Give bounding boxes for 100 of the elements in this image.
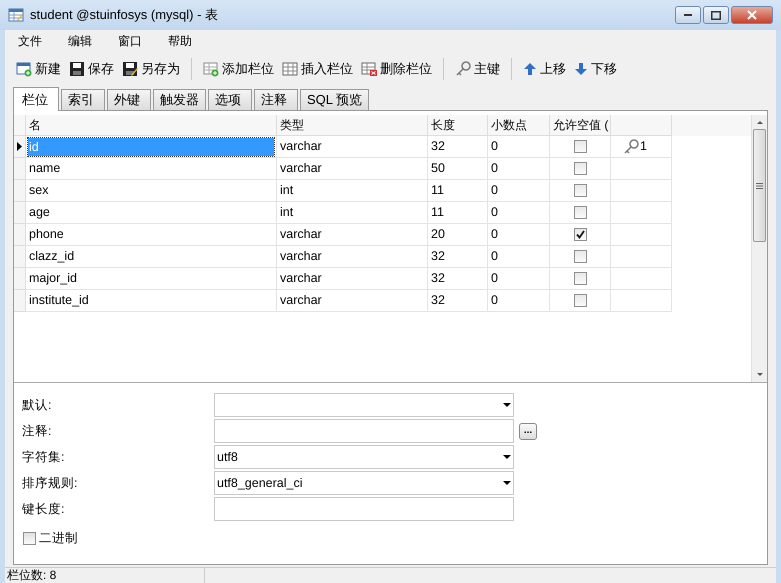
dropdown-field[interactable]: utf8 bbox=[214, 445, 514, 469]
table-cell[interactable]: phone bbox=[26, 224, 277, 246]
column-header[interactable]: 名 bbox=[26, 115, 277, 136]
table-cell[interactable]: 0 bbox=[488, 290, 550, 312]
close-button[interactable] bbox=[731, 6, 773, 24]
table-cell[interactable]: 0 bbox=[488, 136, 550, 158]
maximize-button[interactable] bbox=[703, 6, 729, 24]
checkbox[interactable] bbox=[574, 228, 586, 241]
table-cell[interactable]: varchar bbox=[277, 224, 428, 246]
tab[interactable]: 外键 bbox=[107, 89, 151, 110]
table-cell[interactable]: varchar bbox=[277, 158, 428, 180]
checkbox[interactable] bbox=[574, 272, 586, 285]
toolbar-button[interactable]: 主键 bbox=[452, 57, 503, 81]
column-header[interactable]: 长度 bbox=[428, 115, 488, 136]
table-cell[interactable] bbox=[611, 268, 672, 290]
table-cell[interactable] bbox=[550, 136, 611, 158]
floppy-disk-pencil-icon bbox=[122, 61, 138, 77]
grip-icon bbox=[756, 182, 763, 188]
table-cell[interactable] bbox=[611, 202, 672, 224]
tab[interactable]: 栏位 bbox=[13, 87, 59, 111]
tab[interactable]: 索引 bbox=[61, 89, 105, 110]
table-cell[interactable]: 0 bbox=[488, 158, 550, 180]
toolbar-button[interactable]: 下移 bbox=[571, 57, 620, 81]
table-cell[interactable]: int bbox=[277, 202, 428, 224]
toolbar-button[interactable]: 新建 bbox=[13, 57, 64, 81]
table-cell[interactable]: 0 bbox=[488, 246, 550, 268]
table-cell[interactable]: major_id bbox=[26, 268, 277, 290]
table-cell[interactable] bbox=[550, 158, 611, 180]
table-cell[interactable]: 50 bbox=[428, 158, 488, 180]
table-cell[interactable] bbox=[611, 246, 672, 268]
table-cell[interactable]: 0 bbox=[488, 202, 550, 224]
table-cell[interactable]: age bbox=[26, 202, 277, 224]
toolbar-button[interactable]: 删除栏位 bbox=[358, 57, 435, 81]
menu-item[interactable]: 文件 bbox=[17, 32, 43, 50]
table-cell[interactable]: varchar bbox=[277, 246, 428, 268]
table-plus-icon bbox=[203, 61, 219, 77]
tab[interactable]: 注释 bbox=[254, 89, 298, 110]
table-cell[interactable]: 0 bbox=[488, 268, 550, 290]
table-cell[interactable]: 11 bbox=[428, 202, 488, 224]
tab[interactable]: SQL 预览 bbox=[300, 89, 370, 110]
table-cell[interactable] bbox=[611, 224, 672, 246]
checkbox[interactable] bbox=[574, 250, 586, 263]
checkbox[interactable] bbox=[574, 206, 586, 219]
table-cell[interactable] bbox=[550, 268, 611, 290]
toolbar-button[interactable]: 另存为 bbox=[119, 57, 183, 81]
column-header[interactable]: 小数点 bbox=[488, 115, 550, 136]
key-icon bbox=[623, 138, 639, 154]
table-cell[interactable]: clazz_id bbox=[26, 246, 277, 268]
table-cell[interactable]: 20 bbox=[428, 224, 488, 246]
toolbar-button[interactable]: 上移 bbox=[520, 57, 569, 81]
toolbar-button[interactable]: 添加栏位 bbox=[200, 57, 277, 81]
checkbox[interactable] bbox=[574, 294, 586, 307]
table-cell[interactable]: varchar bbox=[277, 290, 428, 312]
table-cell[interactable] bbox=[611, 180, 672, 202]
table-cell[interactable]: 32 bbox=[428, 246, 488, 268]
table-cell[interactable]: int bbox=[277, 180, 428, 202]
dropdown-field[interactable]: utf8_general_ci bbox=[214, 471, 514, 495]
table-grid-icon bbox=[282, 61, 298, 77]
table-cell[interactable]: 1 bbox=[611, 136, 672, 158]
table-cell[interactable]: sex bbox=[26, 180, 277, 202]
field-label: 字符集: bbox=[22, 448, 66, 466]
scrollbar[interactable] bbox=[751, 115, 767, 382]
input-field[interactable] bbox=[214, 497, 514, 521]
menu-item[interactable]: 帮助 bbox=[167, 32, 193, 50]
checkbox[interactable] bbox=[574, 162, 586, 175]
minimize-button[interactable] bbox=[675, 6, 701, 24]
table-cell[interactable] bbox=[550, 290, 611, 312]
table-cell[interactable] bbox=[611, 290, 672, 312]
table-cell[interactable] bbox=[550, 246, 611, 268]
table-cell[interactable]: varchar bbox=[277, 136, 428, 158]
checkbox[interactable] bbox=[574, 184, 586, 197]
ellipsis-button[interactable]: ... bbox=[519, 422, 537, 440]
checkbox[interactable] bbox=[574, 140, 586, 153]
table-cell[interactable] bbox=[611, 158, 672, 180]
checkbox[interactable] bbox=[23, 532, 36, 545]
dropdown-arrow-icon bbox=[503, 481, 511, 485]
menu-item[interactable]: 编辑 bbox=[67, 32, 93, 50]
menu-item[interactable]: 窗口 bbox=[117, 32, 143, 50]
table-cell[interactable]: 32 bbox=[428, 290, 488, 312]
column-header[interactable]: 类型 bbox=[277, 115, 428, 136]
arrow-up-icon bbox=[523, 61, 537, 77]
table-cell[interactable]: 11 bbox=[428, 180, 488, 202]
table-cell[interactable]: 0 bbox=[488, 180, 550, 202]
table-cell[interactable]: varchar bbox=[277, 268, 428, 290]
toolbar-button[interactable]: 插入栏位 bbox=[279, 57, 356, 81]
dropdown-field[interactable] bbox=[214, 393, 514, 417]
table-cell[interactable] bbox=[550, 202, 611, 224]
table-cell[interactable] bbox=[550, 224, 611, 246]
table-cell[interactable] bbox=[550, 180, 611, 202]
row-header[interactable] bbox=[14, 136, 26, 158]
tab[interactable]: 选项 bbox=[208, 89, 252, 110]
table-cell[interactable]: 32 bbox=[428, 136, 488, 158]
table-cell[interactable]: institute_id bbox=[26, 290, 277, 312]
toolbar-button[interactable]: 保存 bbox=[66, 57, 117, 81]
column-header[interactable]: 允许空值 ( bbox=[550, 115, 611, 136]
table-cell[interactable]: 0 bbox=[488, 224, 550, 246]
tab[interactable]: 触发器 bbox=[153, 89, 206, 110]
input-field[interactable] bbox=[214, 419, 514, 443]
table-cell[interactable]: 32 bbox=[428, 268, 488, 290]
table-cell[interactable]: name bbox=[26, 158, 277, 180]
